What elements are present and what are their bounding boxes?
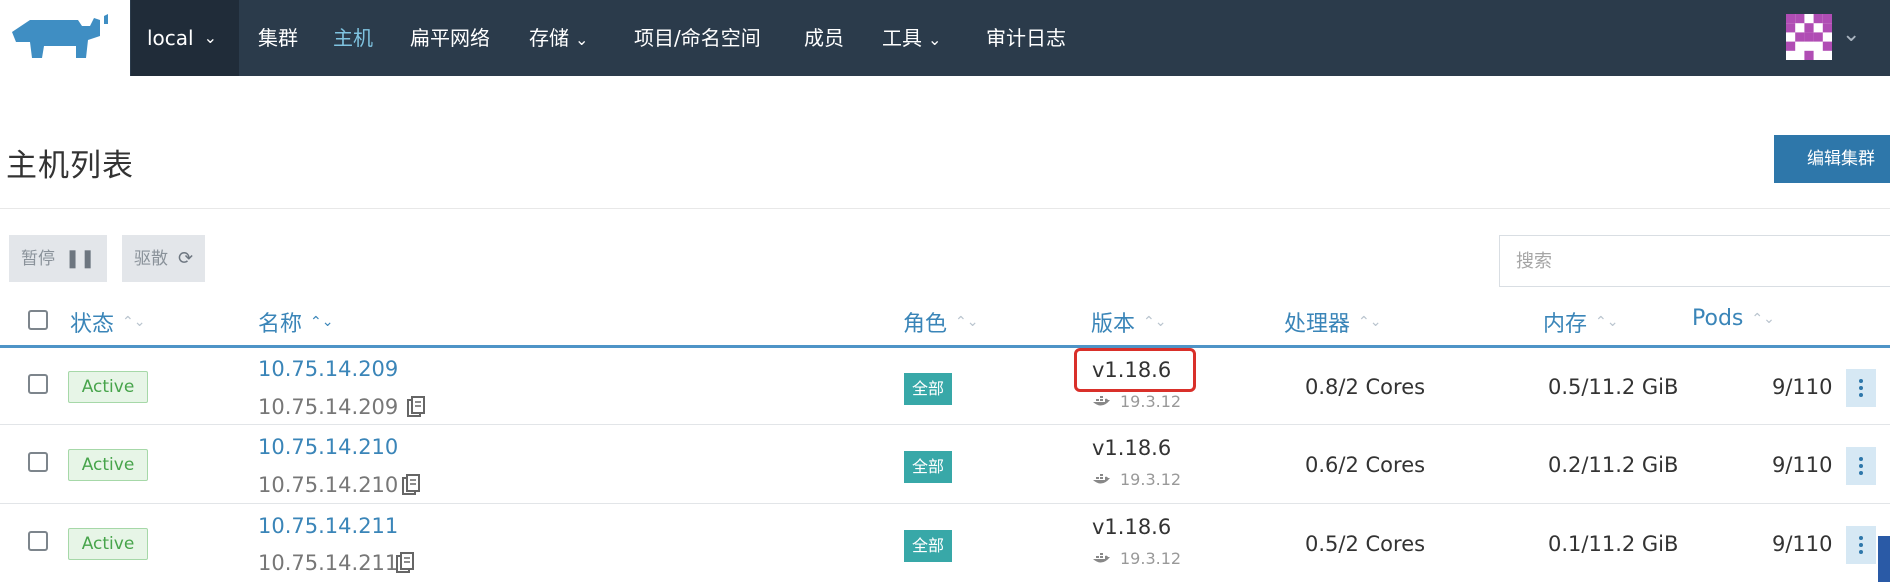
- chevron-down-icon: ⌄: [928, 30, 942, 49]
- top-nav: local ⌄ 集群 主机 扁平网络 存储 ⌄ 项目/命名空间 成员 工具 ⌄ 审计…: [0, 0, 1890, 76]
- sort-icon: ⌃⌄: [1358, 314, 1382, 330]
- k8s-version: v1.18.6: [1092, 515, 1172, 539]
- host-address: 10.75.14.209: [258, 395, 399, 419]
- row-actions-menu-button[interactable]: [1846, 447, 1876, 485]
- column-header-state[interactable]: 状态 ⌃⌄: [70, 306, 145, 338]
- host-name-link[interactable]: 10.75.14.209: [258, 357, 398, 381]
- row-checkbox[interactable]: [28, 531, 48, 551]
- status-badge: Active: [68, 528, 148, 560]
- identicon-icon: [1786, 14, 1832, 60]
- spinner-icon: ⟳: [178, 248, 194, 268]
- rancher-logo-icon: [12, 14, 108, 58]
- status-badge: Active: [68, 371, 148, 403]
- copy-icon[interactable]: [402, 474, 420, 496]
- column-header-version[interactable]: 版本 ⌃⌄: [1091, 306, 1166, 338]
- nav-item-projects-namespaces[interactable]: 项目/命名空间: [634, 0, 761, 76]
- memory-usage: 0.1/11.2 GiB: [1548, 532, 1679, 556]
- copy-icon[interactable]: [396, 552, 414, 574]
- row-checkbox[interactable]: [28, 374, 48, 394]
- row-checkbox[interactable]: [28, 452, 48, 472]
- rancher-logo[interactable]: [0, 0, 130, 76]
- nav-item-storage[interactable]: 存储 ⌄: [529, 0, 588, 76]
- chevron-down-icon: ⌄: [575, 30, 589, 49]
- row-divider: [0, 503, 1890, 504]
- row-actions-menu-button[interactable]: [1846, 369, 1876, 407]
- user-avatar[interactable]: [1786, 14, 1832, 60]
- pods-count: 9/110: [1772, 532, 1833, 556]
- version-highlight-box: [1074, 348, 1196, 392]
- edit-cluster-button[interactable]: 编辑集群: [1774, 135, 1890, 183]
- role-badge: 全部: [904, 373, 952, 405]
- cpu-usage: 0.5/2 Cores: [1305, 532, 1426, 556]
- nav-item-flat-network[interactable]: 扁平网络: [410, 0, 490, 76]
- docker-version: 19.3.12: [1092, 392, 1181, 411]
- nav-item-members[interactable]: 成员: [804, 0, 844, 76]
- memory-usage: 0.2/11.2 GiB: [1548, 453, 1679, 477]
- nav-item-audit-log[interactable]: 审计日志: [986, 0, 1066, 76]
- host-address: 10.75.14.211: [258, 551, 399, 575]
- role-badge: 全部: [904, 530, 952, 562]
- sort-icon: ⌃⌄: [1751, 310, 1775, 327]
- pause-button[interactable]: 暂停 ❚❚: [9, 235, 108, 282]
- column-header-memory[interactable]: 内存 ⌃⌄: [1543, 306, 1618, 338]
- docker-icon: [1093, 552, 1110, 563]
- sort-descending-icon: ⌃⌄: [310, 314, 334, 330]
- column-header-role[interactable]: 角色 ⌃⌄: [903, 306, 978, 338]
- nav-item-cluster[interactable]: 集群: [258, 0, 298, 76]
- search-input[interactable]: [1499, 235, 1890, 287]
- column-header-pods[interactable]: Pods ⌃⌄: [1692, 306, 1775, 331]
- sort-icon: ⌃⌄: [1143, 314, 1167, 330]
- select-all-checkbox[interactable]: [28, 310, 48, 330]
- docker-version: 19.3.12: [1092, 549, 1181, 568]
- drain-label: 驱散: [134, 249, 168, 268]
- column-header-cpu[interactable]: 处理器 ⌃⌄: [1284, 306, 1381, 338]
- pods-count: 9/110: [1772, 375, 1833, 399]
- cpu-usage: 0.6/2 Cores: [1305, 453, 1426, 477]
- sort-icon: ⌃⌄: [955, 314, 979, 330]
- host-name-link[interactable]: 10.75.14.210: [258, 435, 398, 459]
- cpu-usage: 0.8/2 Cores: [1305, 375, 1426, 399]
- memory-usage: 0.5/11.2 GiB: [1548, 375, 1679, 399]
- row-actions-menu-button[interactable]: [1846, 526, 1876, 564]
- host-name-link[interactable]: 10.75.14.211: [258, 514, 398, 538]
- docker-icon: [1093, 473, 1110, 484]
- nav-item-tools[interactable]: 工具 ⌄: [882, 0, 941, 76]
- cluster-name: local: [147, 26, 194, 50]
- user-menu-chevron-icon[interactable]: ⌄: [1842, 22, 1860, 47]
- copy-icon[interactable]: [407, 396, 425, 418]
- role-badge: 全部: [904, 451, 952, 483]
- pause-icon: ❚❚: [65, 248, 96, 268]
- sort-icon: ⌃⌄: [1595, 314, 1619, 330]
- row-divider: [0, 424, 1890, 425]
- drain-button[interactable]: 驱散 ⟳: [122, 235, 206, 282]
- docker-version: 19.3.12: [1092, 470, 1181, 489]
- k8s-version: v1.18.6: [1092, 436, 1172, 460]
- docker-icon: [1093, 395, 1110, 406]
- pause-label: 暂停: [21, 249, 55, 268]
- status-badge: Active: [68, 449, 148, 481]
- cluster-selector[interactable]: local ⌄: [131, 0, 239, 76]
- pods-count: 9/110: [1772, 453, 1833, 477]
- page-title: 主机列表: [6, 148, 134, 184]
- sort-icon: ⌃⌄: [122, 314, 146, 330]
- table-header-divider: [0, 345, 1890, 348]
- column-header-name[interactable]: 名称 ⌃⌄: [258, 306, 333, 338]
- nav-item-hosts[interactable]: 主机: [333, 0, 373, 76]
- header-divider: [0, 208, 1890, 209]
- side-panel-tab[interactable]: [1878, 536, 1890, 582]
- chevron-down-icon: ⌄: [203, 27, 218, 47]
- host-address: 10.75.14.210: [258, 473, 399, 497]
